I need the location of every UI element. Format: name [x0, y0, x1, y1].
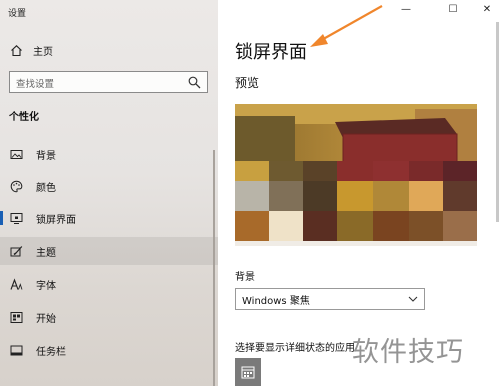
sidebar-item-background[interactable]: 背景 — [0, 140, 218, 168]
sidebar-item-colors[interactable]: 颜色 — [0, 172, 218, 200]
background-label: 背景 — [235, 272, 255, 283]
lock-screen-icon — [10, 212, 23, 225]
watermark-text: 软件技巧 — [352, 337, 464, 368]
sidebar-item-label: 锁屏界面 — [36, 214, 76, 226]
start-icon — [10, 311, 23, 324]
annotation-arrow-icon — [310, 5, 383, 47]
theme-brush-icon — [10, 245, 23, 258]
sidebar-item-fonts[interactable]: 字体 — [0, 270, 218, 298]
sidebar-item-themes[interactable]: 主题 — [0, 237, 218, 265]
background-dropdown-value: Windows 聚焦 — [242, 295, 310, 307]
content-scrollbar[interactable] — [496, 22, 499, 222]
sidebar-item-start[interactable]: 开始 — [0, 303, 218, 331]
sidebar-item-lock-screen[interactable]: 锁屏界面 — [0, 204, 218, 232]
font-icon — [10, 277, 23, 291]
sidebar-item-label: 开始 — [36, 313, 56, 325]
sidebar-item-label: 颜色 — [36, 182, 56, 194]
sidebar-item-label: 背景 — [36, 150, 56, 162]
search-placeholder: 查找设置 — [16, 79, 55, 90]
sidebar-scrollbar[interactable] — [213, 150, 215, 386]
background-dropdown[interactable]: Windows 聚焦 — [235, 288, 425, 310]
search-input[interactable]: 查找设置 — [9, 71, 208, 93]
sidebar-item-label: 主题 — [36, 247, 56, 259]
section-title: 个性化 — [9, 112, 39, 123]
taskbar-icon — [10, 344, 23, 357]
calendar-icon — [241, 366, 255, 379]
window-title: 设置 — [8, 9, 27, 19]
home-label: 主页 — [33, 46, 53, 58]
home-nav-item[interactable]: 主页 — [10, 41, 53, 59]
palette-icon — [10, 180, 23, 193]
lock-screen-preview — [235, 104, 477, 261]
home-icon — [11, 44, 22, 56]
sidebar-item-label: 字体 — [36, 280, 56, 292]
sidebar-item-label: 任务栏 — [36, 346, 66, 358]
preview-label: 预览 — [235, 76, 260, 90]
detail-status-label: 选择要显示详细状态的应用 — [235, 343, 355, 354]
settings-content: — ☐ ✕ 锁屏界面 预览 背景 Windows 聚焦 选择要显示详细状态的应用 — [218, 0, 500, 386]
sidebar-item-taskbar[interactable]: 任务栏 — [0, 336, 218, 364]
settings-sidebar: 设置 主页 查找设置 个性化 背景 颜色 锁屏界面 主题 字体 开始 任务栏 — [0, 0, 218, 386]
search-icon[interactable] — [188, 76, 201, 89]
preview-image-icon — [235, 104, 477, 261]
calendar-app-button[interactable] — [235, 358, 261, 386]
image-icon — [10, 148, 23, 161]
chevron-down-icon — [408, 296, 418, 302]
